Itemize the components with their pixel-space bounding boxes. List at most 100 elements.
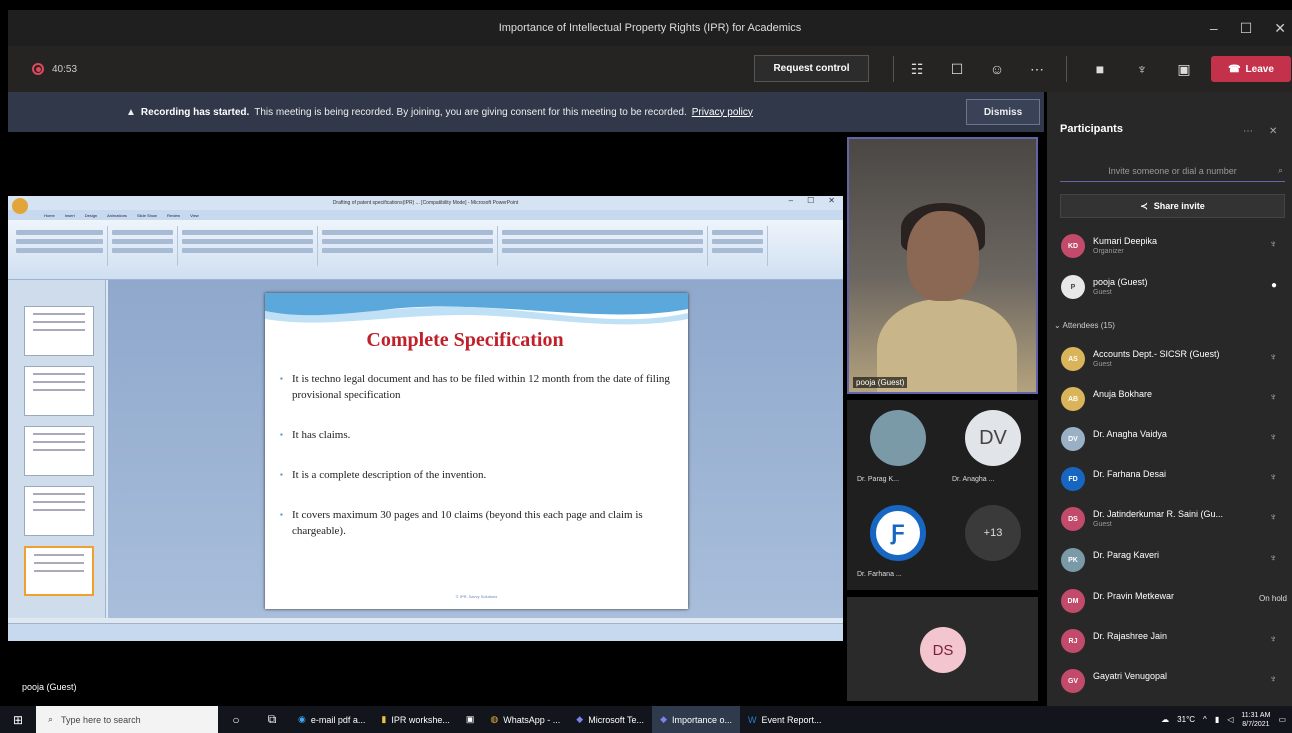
weather-icon[interactable]: ☁ [1161,715,1169,724]
search-icon: ⌕ [48,714,54,724]
participant-row[interactable]: KD Kumari Deepika Organizer ♆ [1061,231,1287,261]
close-icon[interactable]: ✕ [1274,20,1286,37]
people-icon[interactable]: ☷ [908,60,926,78]
close-icon[interactable]: ✕ [1269,126,1277,137]
teams-icon: ◆ [660,714,667,724]
shared-screen: Drafting of patent specifications(IPR) .… [8,196,843,641]
phone-icon: ☎ [1228,63,1241,75]
volume-icon[interactable]: ◁ [1227,715,1233,724]
participant-row[interactable]: DM Dr. Pravin Metkewar On hold [1061,586,1287,616]
request-control-button[interactable]: Request control [754,55,869,82]
privacy-policy-link[interactable]: Privacy policy [692,107,753,118]
more-count: +13 [965,505,1021,561]
participant-name: Gayatri Venugopal [1093,671,1168,681]
minimize-icon[interactable]: – [1210,20,1218,36]
warning-icon: ▲ [126,106,136,118]
participant-name: pooja (Guest) [1093,277,1148,287]
participant-tile[interactable]: DV Dr. Anagha ... [942,400,1037,495]
participant-row[interactable]: FD Dr. Farhana Desai ♆ [1061,464,1287,494]
taskbar-app-explorer[interactable]: ▮ IPR workshe... [373,706,457,733]
participant-row[interactable]: AB Anuja Bokhare ♆ [1061,384,1287,414]
chevron-up-icon[interactable]: ^ [1203,715,1207,724]
participant-name: Dr. Farhana Desai [1093,469,1167,479]
taskbar-app-teams[interactable]: ◆ Microsoft Te... [568,706,652,733]
participant-role: Guest [1093,289,1112,296]
invite-placeholder: Invite someone or dial a number [1108,165,1237,176]
slide-bullet: It has claims. [280,427,670,443]
teams-icon: ◆ [576,714,584,724]
slide: Complete Specification It is techno lega… [265,293,688,609]
share-icon: ≺ [1140,200,1148,211]
office-logo-icon [12,198,28,214]
taskbar-app-chrome[interactable]: ◍ WhatsApp - ... [482,706,568,733]
more-icon[interactable]: ⋯ [1243,126,1253,137]
leave-label: Leave [1245,63,1274,75]
ppt-window-title: Drafting of patent specifications(IPR) .… [332,200,519,206]
mic-off-icon: ♆ [1269,392,1278,403]
banner-bold: Recording has started. [140,106,250,118]
taskbar-search[interactable]: ⌕ Type here to search [36,706,218,733]
participant-row[interactable]: DV Dr. Anagha Vaidya ♆ [1061,424,1287,454]
avatar: GV [1061,669,1085,693]
person-head [907,211,979,301]
taskbar-app-meeting[interactable]: ◆ Importance o... [652,706,741,733]
attendees-header-label: Attendees (15) [1062,321,1115,330]
ribbon-group [178,226,318,266]
participant-row[interactable]: GV Gayatri Venugopal ♆ [1061,666,1287,696]
chat-icon[interactable]: ☐ [948,60,966,78]
mic-off-icon[interactable]: ♆ [1133,60,1151,78]
more-icon[interactable]: ⋯ [1028,60,1046,78]
dismiss-button[interactable]: Dismiss [966,99,1040,125]
taskbar-app-label: Importance o... [671,714,733,725]
ribbon-group [318,226,498,266]
participant-name: Dr. Pravin Metkewar [1093,591,1175,601]
window-title: Importance of Intellectual Property Righ… [498,22,802,34]
avatar: DM [1061,589,1085,613]
share-invite-button[interactable]: ≺ Share invite [1060,194,1285,218]
time: 11:31 AM [1241,711,1271,719]
ds-tile: DS [847,597,1038,701]
windows-taskbar: ⊞ ⌕ Type here to search ○ ⧉ ◉ e-mail pdf … [0,706,1292,733]
ribbon-group [12,226,108,266]
avatar: P [1061,275,1085,299]
notifications-icon[interactable]: ▭ [1278,715,1286,724]
avatar: KD [1061,234,1085,258]
taskbar-app-label: WhatsApp - ... [503,714,561,725]
ribbon-tab: Insert [64,212,75,218]
tile-name: Dr. Farhana ... [857,571,902,578]
camera-off-icon[interactable]: ■ [1091,60,1109,78]
weather-text: 31°C [1177,715,1196,724]
cortana-icon[interactable]: ○ [218,706,254,733]
participant-row[interactable]: PK Dr. Parag Kaveri ♆ [1061,545,1287,575]
participant-role: Organizer [1093,248,1124,255]
more-participants-tile[interactable]: +13 [942,495,1037,590]
attendees-header[interactable]: ⌄ Attendees (15) [1054,321,1115,330]
on-hold-status: On hold [1258,594,1287,603]
participant-row[interactable]: AS Accounts Dept.- SICSR (Guest) Guest ♆ [1061,344,1287,374]
avatar: DS [920,627,966,673]
ppt-titlebar: Drafting of patent specifications(IPR) .… [8,196,843,214]
maximize-icon[interactable]: ☐ [1240,20,1253,37]
participant-row[interactable]: P pooja (Guest) Guest ● [1061,272,1287,302]
participant-row[interactable]: RJ Dr. Rajashree Jain ♆ [1061,626,1287,656]
invite-input[interactable]: Invite someone or dial a number ⌕ [1060,160,1285,182]
windows-start-icon[interactable]: ⊞ [0,706,36,733]
avatar: AS [1061,347,1085,371]
taskbar-app-store[interactable]: ▣ [458,706,483,733]
share-icon[interactable]: ▣ [1175,60,1193,78]
battery-icon[interactable]: ▮ [1215,715,1219,724]
avatar: FD [1061,467,1085,491]
reactions-icon[interactable]: ☺ [988,60,1006,78]
slide-bullet: It is techno legal document and has to b… [280,371,670,403]
participant-tile[interactable]: Dr. Parag K... [847,400,942,495]
participant-row[interactable]: DS Dr. Jatinderkumar R. Saini (Gu... Gue… [1061,504,1287,534]
taskbar-app-word[interactable]: W Event Report... [740,706,830,733]
task-view-icon[interactable]: ⧉ [254,706,290,733]
leave-button[interactable]: ☎ Leave [1211,56,1291,82]
video-label: pooja (Guest) [853,377,908,388]
mic-off-icon: ♆ [1269,512,1278,523]
participant-tile[interactable]: Ƒ Dr. Farhana ... [847,495,942,590]
clock[interactable]: 11:31 AM 8/7/2021 [1241,711,1270,729]
slide-thumbnail [24,366,94,416]
taskbar-app-edge[interactable]: ◉ e-mail pdf a... [290,706,373,733]
